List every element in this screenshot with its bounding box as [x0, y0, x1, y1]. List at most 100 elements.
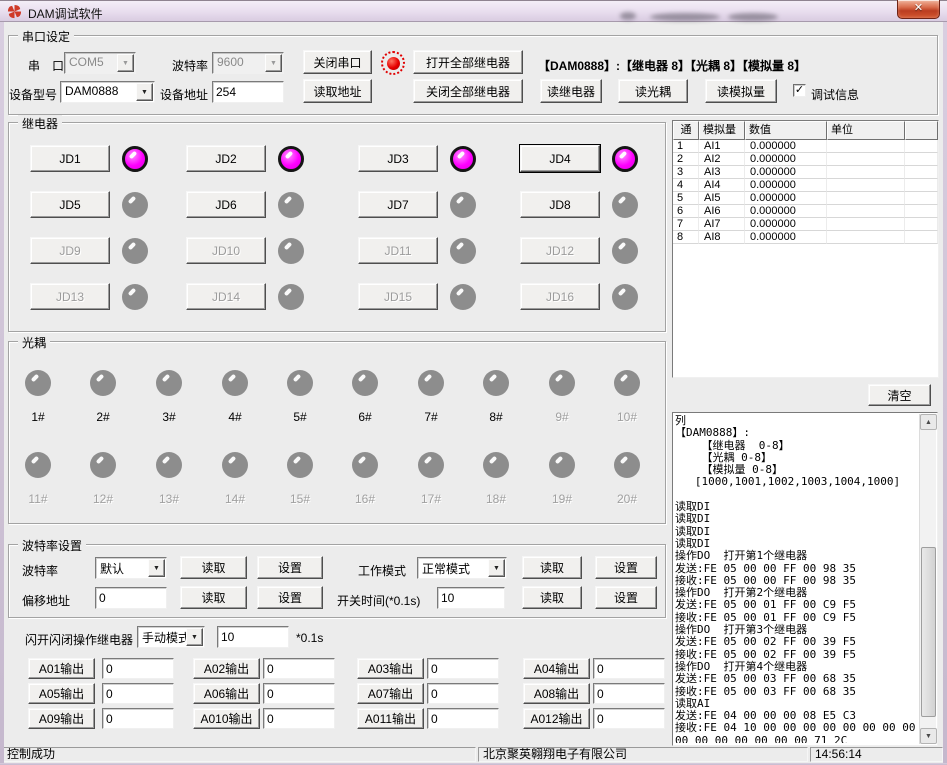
- clear-log-button[interactable]: 清空: [868, 384, 931, 406]
- relay-button-jd2[interactable]: JD2: [186, 145, 266, 172]
- chevron-down-icon[interactable]: ▼: [117, 54, 134, 72]
- relay-button-jd15[interactable]: JD15: [358, 283, 438, 310]
- offset-addr-input[interactable]: [95, 587, 167, 609]
- window-border-left: [0, 22, 4, 765]
- output-button-a01[interactable]: A01输出: [28, 658, 95, 679]
- relay-button-jd9[interactable]: JD9: [30, 237, 110, 264]
- relay-button-jd14[interactable]: JD14: [186, 283, 266, 310]
- port-combo-value: COM5: [69, 55, 117, 69]
- read-relay-button[interactable]: 读继电器: [540, 79, 602, 103]
- relay-light-jd15: [450, 284, 476, 310]
- output-input-a08[interactable]: [593, 683, 665, 704]
- output-input-a012[interactable]: [593, 708, 665, 729]
- open-all-relays-button[interactable]: 打开全部继电器: [413, 50, 523, 74]
- relay-light-jd9: [122, 238, 148, 264]
- opto-channel-3: 3#: [147, 370, 191, 424]
- relay-button-jd7[interactable]: JD7: [358, 191, 438, 218]
- opto-light-9: [549, 370, 575, 396]
- read-addr-button[interactable]: 读取地址: [303, 79, 372, 103]
- relay-button-jd11[interactable]: JD11: [358, 237, 438, 264]
- baud-combo-value: 默认: [100, 560, 148, 577]
- baud-read-button[interactable]: 读取: [180, 556, 247, 579]
- relay-jd3: JD3: [358, 145, 476, 172]
- chevron-down-icon[interactable]: ▼: [148, 559, 165, 577]
- flash-mode-combo[interactable]: 手动模式 ▼: [137, 626, 205, 648]
- relay-button-jd13[interactable]: JD13: [30, 283, 110, 310]
- switch-time-input[interactable]: [437, 587, 505, 609]
- relay-button-jd1[interactable]: JD1: [30, 145, 110, 172]
- close-all-relays-button[interactable]: 关闭全部继电器: [413, 79, 523, 103]
- work-mode-combo[interactable]: 正常模式 ▼: [417, 557, 507, 579]
- relay-button-jd3[interactable]: JD3: [358, 145, 438, 172]
- work-mode-label: 工作模式: [358, 562, 406, 579]
- output-button-a05[interactable]: A05输出: [28, 683, 95, 704]
- relay-jd6: JD6: [186, 191, 304, 218]
- switch-time-read-button[interactable]: 读取: [522, 586, 582, 609]
- table-cell: 6: [673, 205, 699, 218]
- baud-set-button[interactable]: 设置: [257, 556, 323, 579]
- output-button-a012[interactable]: A012输出: [523, 708, 590, 729]
- relay-button-jd12[interactable]: JD12: [520, 237, 600, 264]
- analog-table-header-unit: 单位: [827, 121, 905, 140]
- window-title: DAM调试软件: [28, 5, 103, 22]
- output-button-a07[interactable]: A07输出: [357, 683, 424, 704]
- output-button-a011[interactable]: A011输出: [357, 708, 424, 729]
- baudrate-combo[interactable]: 9600 ▼: [212, 52, 284, 74]
- log-scrollbar[interactable]: ▲ ▼: [919, 414, 936, 744]
- flash-time-input[interactable]: [217, 626, 289, 648]
- chevron-down-icon[interactable]: ▼: [265, 54, 282, 72]
- log-text: 列 【DAM0888】: 【继电器 0-8】 【光耦 0-8】 【模拟量 0-8…: [675, 415, 919, 743]
- read-opto-button[interactable]: 读光耦: [618, 79, 688, 103]
- device-model-combo[interactable]: DAM0888 ▼: [60, 81, 155, 103]
- output-input-a04[interactable]: [593, 658, 665, 679]
- output-input-a011[interactable]: [427, 708, 499, 729]
- relay-jd14: JD14: [186, 283, 304, 310]
- output-button-a010[interactable]: A010输出: [193, 708, 260, 729]
- opto-channel-12: 12#: [81, 452, 125, 506]
- scroll-down-button[interactable]: ▼: [920, 728, 937, 744]
- output-button-a02[interactable]: A02输出: [193, 658, 260, 679]
- opto-light-17: [418, 452, 444, 478]
- opto-light-6: [352, 370, 378, 396]
- output-button-a08[interactable]: A08输出: [523, 683, 590, 704]
- relay-button-jd5[interactable]: JD5: [30, 191, 110, 218]
- chevron-down-icon[interactable]: ▼: [488, 559, 505, 577]
- output-input-a06[interactable]: [263, 683, 335, 704]
- port-combo[interactable]: COM5 ▼: [64, 52, 136, 74]
- output-input-a01[interactable]: [102, 658, 174, 679]
- status-company: 北京聚英翱翔电子有限公司: [478, 747, 808, 762]
- relay-light-jd8: [612, 192, 638, 218]
- output-input-a05[interactable]: [102, 683, 174, 704]
- close-port-button[interactable]: 关闭串口: [303, 50, 372, 74]
- read-analog-button[interactable]: 读模拟量: [705, 79, 777, 103]
- chevron-down-icon[interactable]: ▼: [136, 83, 153, 101]
- output-input-a07[interactable]: [427, 683, 499, 704]
- output-input-a010[interactable]: [263, 708, 335, 729]
- output-input-a09[interactable]: [102, 708, 174, 729]
- relay-button-jd6[interactable]: JD6: [186, 191, 266, 218]
- debug-info-checkbox[interactable]: ✓: [793, 84, 806, 97]
- output-button-a09[interactable]: A09输出: [28, 708, 95, 729]
- output-button-a03[interactable]: A03输出: [357, 658, 424, 679]
- output-input-a02[interactable]: [263, 658, 335, 679]
- relay-button-jd10[interactable]: JD10: [186, 237, 266, 264]
- close-button[interactable]: ✕: [897, 0, 940, 19]
- baud-combo[interactable]: 默认 ▼: [95, 557, 167, 579]
- offset-set-button[interactable]: 设置: [257, 586, 323, 609]
- work-mode-read-button[interactable]: 读取: [522, 556, 582, 579]
- relay-button-jd8[interactable]: JD8: [520, 191, 600, 218]
- output-button-a06[interactable]: A06输出: [193, 683, 260, 704]
- device-addr-input[interactable]: [212, 81, 284, 103]
- output-input-a03[interactable]: [427, 658, 499, 679]
- scroll-up-button[interactable]: ▲: [920, 414, 937, 430]
- work-mode-set-button[interactable]: 设置: [595, 556, 657, 579]
- opto-channel-20: 20#: [605, 452, 649, 506]
- scroll-thumb[interactable]: [921, 547, 936, 717]
- offset-read-button[interactable]: 读取: [180, 586, 247, 609]
- switch-time-set-button[interactable]: 设置: [595, 586, 657, 609]
- relay-button-jd16[interactable]: JD16: [520, 283, 600, 310]
- chevron-down-icon[interactable]: ▼: [186, 628, 203, 646]
- output-button-a04[interactable]: A04输出: [523, 658, 590, 679]
- relay-button-jd4[interactable]: JD4: [520, 145, 600, 172]
- relay-jd8: JD8: [520, 191, 638, 218]
